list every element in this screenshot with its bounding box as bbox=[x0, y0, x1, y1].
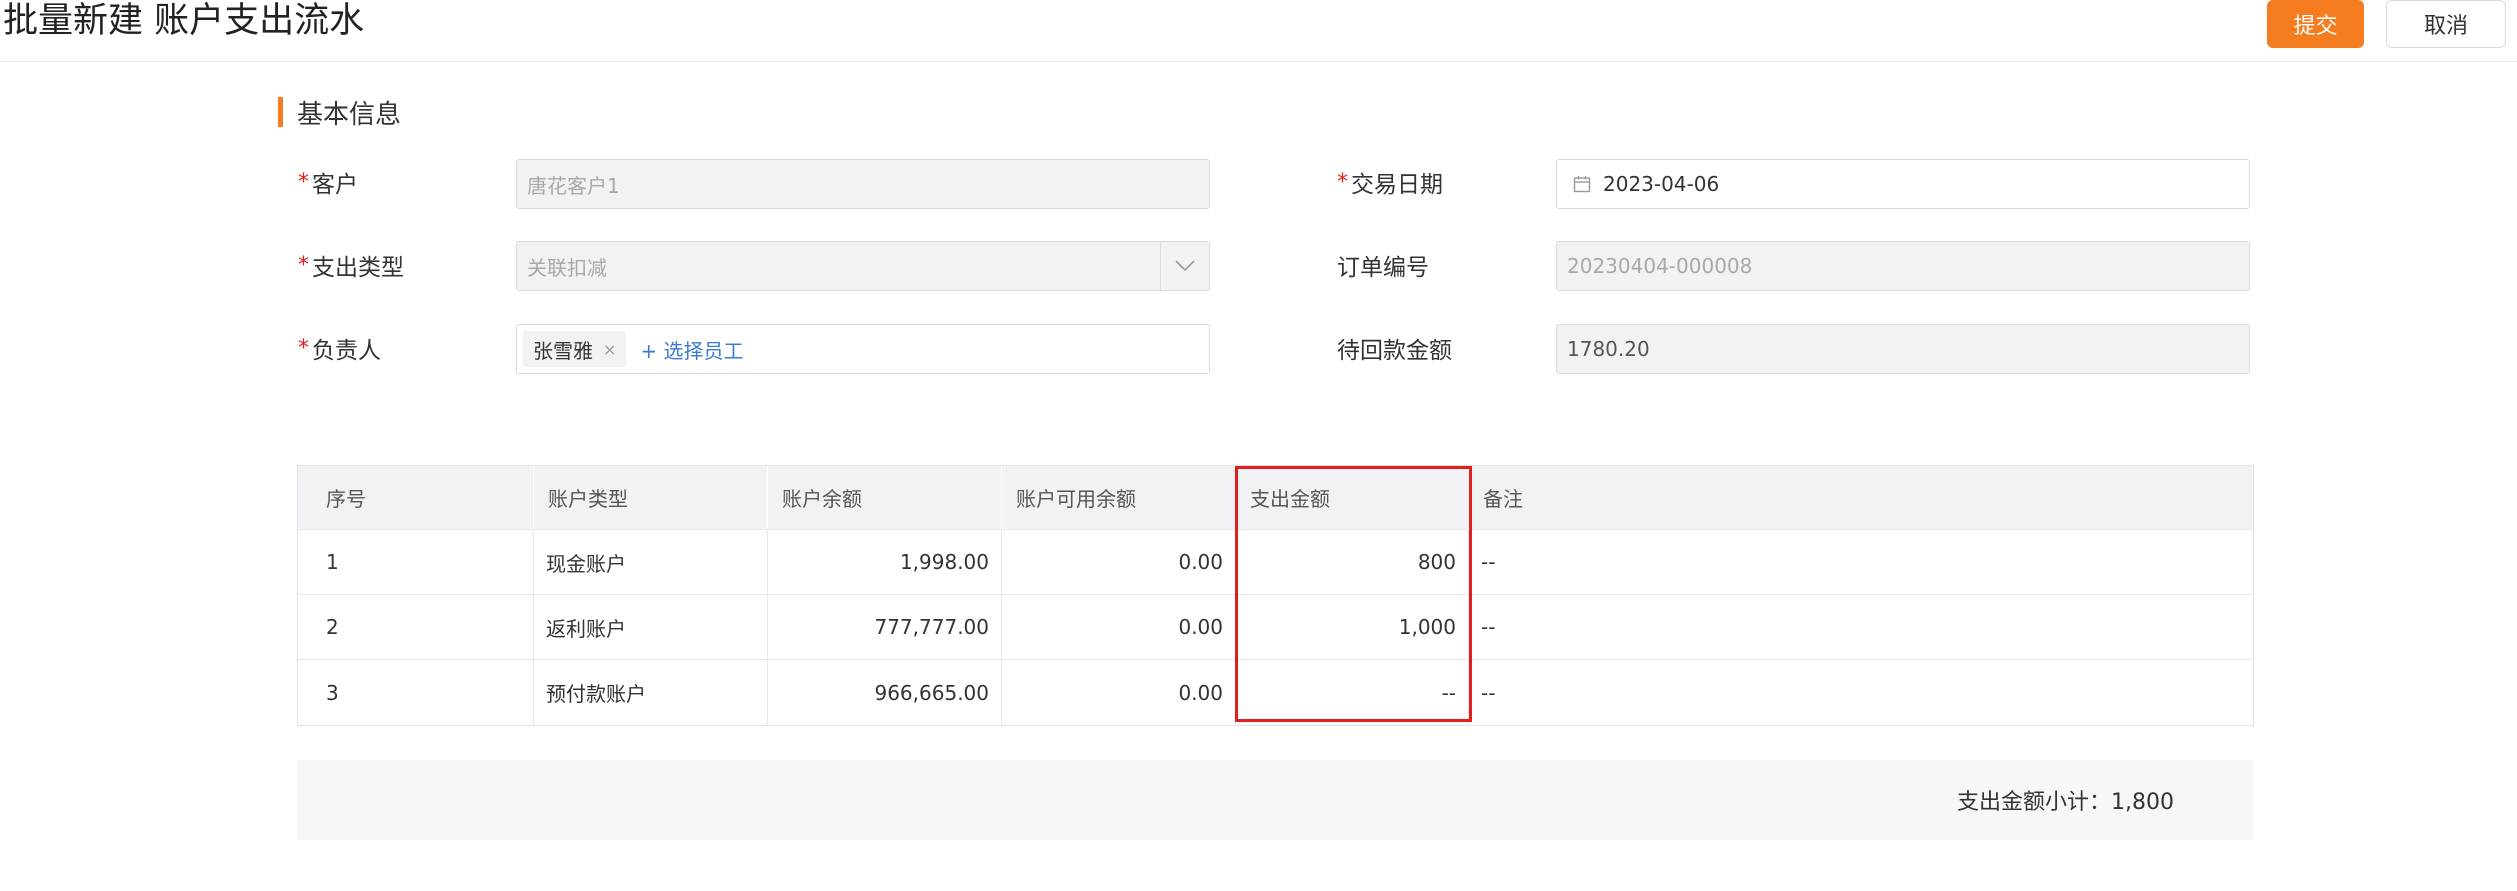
column-header-expense-amount: 支出金额 bbox=[1236, 466, 1469, 529]
available-balance-cell: 0.00 bbox=[1002, 660, 1236, 725]
section-title-text: 基本信息 bbox=[297, 99, 402, 130]
row-index: 1 bbox=[298, 530, 534, 594]
expense-amount-cell[interactable]: 800 bbox=[1236, 530, 1469, 594]
column-header-available-balance: 账户可用余额 bbox=[1002, 466, 1236, 529]
select-employee-link[interactable]: + 选择员工 bbox=[640, 335, 743, 364]
trade-date-label: * 交易日期 bbox=[1337, 169, 1443, 199]
submit-button[interactable]: 提交 bbox=[2267, 0, 2364, 48]
column-header-account-type: 账户类型 bbox=[534, 466, 768, 529]
available-balance-cell: 0.00 bbox=[1002, 530, 1236, 594]
expense-amount-cell[interactable]: 1,000 bbox=[1236, 595, 1469, 659]
chevron-down-icon[interactable] bbox=[1160, 242, 1209, 290]
required-marker: * bbox=[298, 252, 309, 278]
order-no-field: 20230404-000008 bbox=[1556, 241, 2250, 291]
balance-cell: 777,777.00 bbox=[768, 595, 1002, 659]
row-index: 2 bbox=[298, 595, 534, 659]
pending-amount-value: 1780.20 bbox=[1567, 337, 1650, 361]
page-header: 批量新建 账户支出流水 提交 取消 bbox=[0, 0, 2517, 62]
owner-tag: 张雪雅 × bbox=[523, 331, 627, 367]
section-accent-bar bbox=[278, 97, 283, 127]
expense-type-label: * 支出类型 bbox=[298, 252, 404, 282]
remark-cell[interactable]: -- bbox=[1469, 595, 2253, 659]
trade-date-value: 2023-04-06 bbox=[1603, 172, 1720, 196]
table-header-row: 序号 账户类型 账户余额 账户可用余额 支出金额 备注 bbox=[298, 466, 2253, 530]
table-row: 3 预付款账户 966,665.00 0.00 -- -- bbox=[298, 660, 2253, 725]
required-marker: * bbox=[298, 335, 309, 361]
account-expense-table: 序号 账户类型 账户余额 账户可用余额 支出金额 备注 1 现金账户 1,998… bbox=[297, 465, 2254, 726]
close-icon[interactable]: × bbox=[603, 340, 616, 359]
customer-label: * 客户 bbox=[298, 169, 358, 199]
customer-field: 唐花客户1 bbox=[516, 159, 1210, 209]
section-title: 基本信息 bbox=[278, 96, 402, 130]
available-balance-cell: 0.00 bbox=[1002, 595, 1236, 659]
table-row: 2 返利账户 777,777.00 0.00 1,000 -- bbox=[298, 595, 2253, 660]
pending-amount-field: 1780.20 bbox=[1556, 324, 2250, 374]
owner-selector[interactable]: 张雪雅 × + 选择员工 bbox=[516, 324, 1210, 374]
remark-cell[interactable]: -- bbox=[1469, 660, 2253, 725]
page-title: 批量新建 账户支出流水 bbox=[3, 1, 365, 41]
balance-cell: 966,665.00 bbox=[768, 660, 1002, 725]
column-header-balance: 账户余额 bbox=[768, 466, 1002, 529]
owner-label: * 负责人 bbox=[298, 335, 381, 365]
required-marker: * bbox=[298, 169, 309, 195]
column-header-remark: 备注 bbox=[1483, 487, 1523, 511]
column-header-index: 序号 bbox=[298, 466, 534, 529]
table-row: 1 现金账户 1,998.00 0.00 800 -- bbox=[298, 530, 2253, 595]
calendar-icon bbox=[1573, 175, 1591, 193]
expense-amount-cell[interactable]: -- bbox=[1236, 660, 1469, 725]
account-type-cell: 预付款账户 bbox=[534, 660, 768, 725]
order-no-value: 20230404-000008 bbox=[1567, 254, 1753, 278]
account-type-cell: 返利账户 bbox=[534, 595, 768, 659]
expense-type-value: 关联扣减 bbox=[527, 255, 607, 280]
pending-amount-label: 待回款金额 bbox=[1337, 338, 1452, 364]
remark-cell[interactable]: -- bbox=[1469, 530, 2253, 594]
expense-type-select[interactable]: 关联扣减 bbox=[516, 241, 1210, 291]
order-no-label: 订单编号 bbox=[1337, 255, 1429, 281]
customer-value: 唐花客户1 bbox=[527, 173, 620, 198]
row-index: 3 bbox=[298, 660, 534, 725]
required-marker: * bbox=[1337, 169, 1348, 195]
expense-subtotal-bar: 支出金额小计：1,800 bbox=[297, 760, 2254, 840]
account-type-cell: 现金账户 bbox=[534, 530, 768, 594]
cancel-button[interactable]: 取消 bbox=[2386, 0, 2506, 48]
balance-cell: 1,998.00 bbox=[768, 530, 1002, 594]
expense-subtotal: 支出金额小计：1,800 bbox=[1957, 790, 2174, 815]
owner-tag-label: 张雪雅 bbox=[533, 338, 593, 363]
trade-date-picker[interactable]: 2023-04-06 bbox=[1556, 159, 2250, 209]
